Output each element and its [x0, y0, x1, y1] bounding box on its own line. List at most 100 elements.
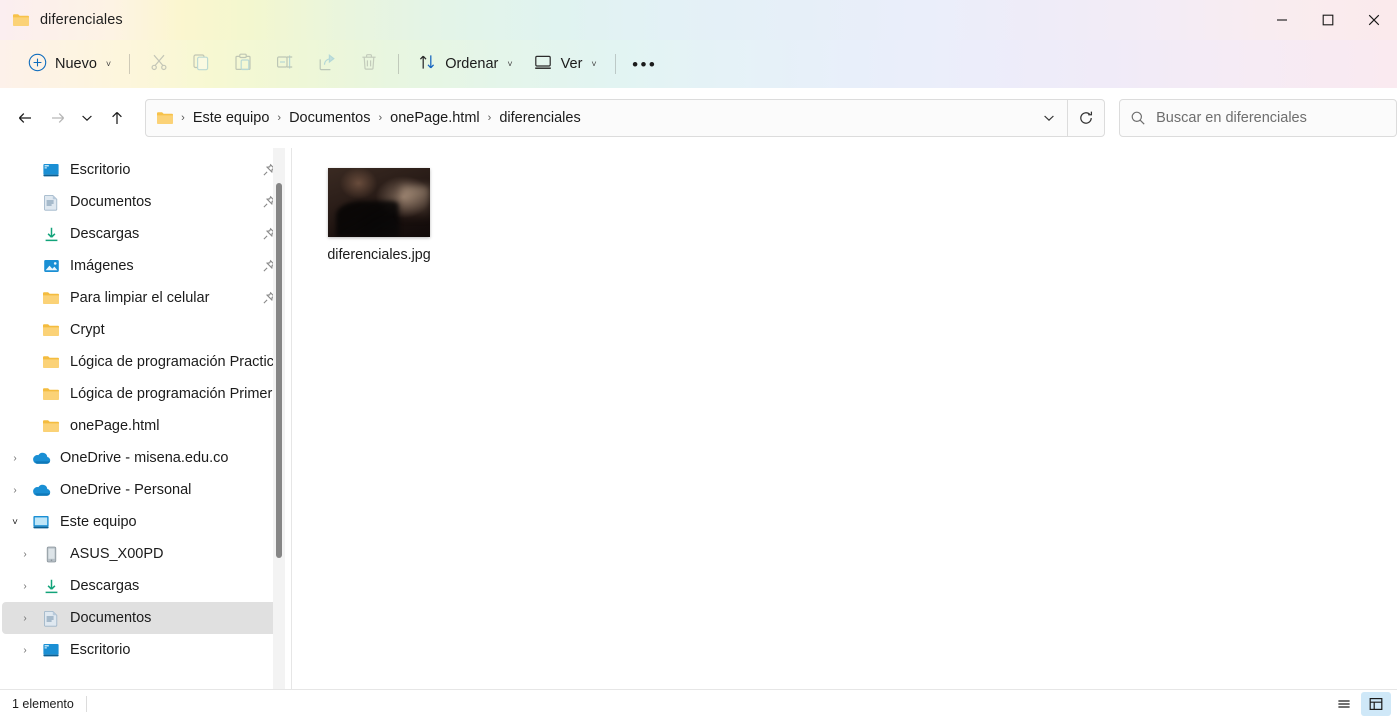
sidebar-scrollbar[interactable] [273, 148, 285, 699]
sidebar-item-label: Lógica de programación Practic [70, 354, 274, 370]
chevron-right-icon[interactable]: › [12, 634, 38, 666]
sidebar-item-onedrive-personal[interactable]: › OneDrive - Personal [2, 474, 284, 506]
trash-icon [359, 52, 379, 77]
sidebar-scrollbar-thumb[interactable] [276, 183, 282, 558]
share-icon [317, 52, 337, 77]
search-input[interactable] [1156, 110, 1386, 126]
view-button-label: Ver [560, 56, 583, 72]
sidebar-item-descargas[interactable]: › Descargas [2, 570, 284, 602]
back-button[interactable] [8, 101, 41, 135]
chevron-right-icon[interactable]: › [12, 602, 38, 634]
sidebar-item-label: Descargas [70, 578, 140, 594]
window-title: diferenciales [40, 12, 123, 28]
plus-circle-icon [28, 53, 47, 76]
address-dropdown-button[interactable] [1031, 100, 1067, 136]
file-item[interactable]: diferenciales.jpg [320, 160, 438, 269]
folder-icon [12, 12, 30, 28]
chevron-right-icon[interactable]: › [2, 442, 28, 474]
monitor-icon [28, 514, 54, 530]
sidebar-item-label: ASUS_X00PD [70, 546, 164, 562]
address-row: › Este equipo › Documentos › onePage.htm… [0, 88, 1397, 148]
sidebar-item-este-equipo[interactable]: ˅ Este equipo [2, 506, 284, 538]
share-button[interactable] [306, 47, 348, 81]
documents-icon [38, 194, 64, 211]
sidebar-item-l-gica-de-programaci-n-practic[interactable]: Lógica de programación Practic [2, 346, 284, 378]
sidebar-item-para-limpiar-el-celular[interactable]: Para limpiar el celular [2, 282, 284, 314]
sidebar-item-onepage-html[interactable]: onePage.html [2, 410, 284, 442]
rename-button[interactable] [264, 47, 306, 81]
chevron-right-icon[interactable]: › [12, 570, 38, 602]
copy-button[interactable] [180, 47, 222, 81]
address-tools [1031, 100, 1104, 136]
downloads-icon [38, 578, 64, 595]
recent-locations-button[interactable] [74, 101, 100, 135]
documents-icon [38, 610, 64, 627]
new-button[interactable]: Nuevo ˅ [18, 47, 121, 81]
close-button[interactable] [1351, 0, 1397, 40]
sidebar-item-escritorio[interactable]: › Escritorio [2, 634, 284, 666]
breadcrumb-item-3[interactable]: diferenciales [494, 106, 585, 130]
sidebar-item-label: Lógica de programación Primer [70, 386, 273, 402]
sidebar-item-label: Escritorio [70, 162, 131, 178]
view-button[interactable]: Ver ˅ [523, 47, 607, 81]
folder-icon [156, 110, 174, 126]
sidebar-item-im-genes[interactable]: Imágenes [2, 250, 284, 282]
desktop-icon [38, 162, 64, 178]
window-controls [1259, 0, 1397, 40]
breadcrumb-item-0[interactable]: Este equipo [188, 106, 275, 130]
status-bar: 1 elemento [0, 689, 1397, 717]
more-options-button[interactable]: ••• [624, 47, 666, 81]
sidebar-item-escritorio[interactable]: Escritorio [2, 154, 284, 186]
breadcrumb-separator: › [181, 112, 185, 124]
sidebar-item-onedrive-misena-edu-co[interactable]: › OneDrive - misena.edu.co [2, 442, 284, 474]
folder-icon [38, 354, 64, 370]
sidebar-item-label: Imágenes [70, 258, 134, 274]
details-view-button[interactable] [1361, 691, 1391, 716]
chevron-right-icon[interactable]: › [2, 474, 28, 506]
command-bar: Nuevo ˅ Ordenar ˅ Ver ˅ ••• [0, 40, 1397, 88]
sort-arrows-icon [417, 52, 437, 76]
sidebar-item-label: Crypt [70, 322, 105, 338]
sidebar-item-label: Documentos [70, 610, 152, 626]
forward-button[interactable] [41, 101, 74, 135]
sidebar-item-label: onePage.html [70, 418, 160, 434]
sidebar-item-l-gica-de-programaci-n-primer[interactable]: Lógica de programación Primer [2, 378, 284, 410]
downloads-icon [38, 226, 64, 243]
maximize-button[interactable] [1305, 0, 1351, 40]
sidebar-item-documentos[interactable]: Documentos [2, 186, 284, 218]
delete-button[interactable] [348, 47, 390, 81]
up-button[interactable] [100, 101, 133, 135]
breadcrumb-item-1[interactable]: Documentos [284, 106, 375, 130]
chevron-right-icon[interactable]: › [12, 538, 38, 570]
sort-button[interactable]: Ordenar ˅ [407, 47, 522, 81]
refresh-button[interactable] [1068, 100, 1104, 136]
title-bar: diferenciales [0, 0, 1397, 40]
paste-button[interactable] [222, 47, 264, 81]
list-view-button[interactable] [1329, 692, 1359, 716]
sidebar-item-crypt[interactable]: Crypt [2, 314, 284, 346]
image-thumbnail [328, 168, 430, 237]
file-explorer-window: diferenciales Nuevo ˅ Ordenar ˅ Ver ˅ ••… [0, 0, 1397, 717]
toolbar-divider [129, 54, 131, 74]
minimize-button[interactable] [1259, 0, 1305, 40]
view-toggle-group [1329, 691, 1391, 716]
chevron-down-icon[interactable]: ˅ [2, 506, 28, 538]
sidebar-item-documentos[interactable]: › Documentos [2, 602, 284, 634]
item-count-label: 1 elemento [12, 696, 74, 711]
cut-button[interactable] [138, 47, 180, 81]
address-bar[interactable]: › Este equipo › Documentos › onePage.htm… [145, 99, 1106, 137]
breadcrumb-item-2[interactable]: onePage.html [385, 106, 484, 130]
search-box[interactable] [1119, 99, 1397, 137]
sidebar-item-label: Este equipo [60, 514, 137, 530]
scissors-icon [149, 52, 169, 77]
sidebar-item-asus-x00pd[interactable]: › ASUS_X00PD [2, 538, 284, 570]
sidebar-item-label: OneDrive - Personal [60, 482, 192, 498]
file-list-area[interactable]: diferenciales.jpg [292, 148, 1397, 699]
sidebar-item-label: Escritorio [70, 642, 131, 658]
sidebar-item-descargas[interactable]: Descargas [2, 218, 284, 250]
